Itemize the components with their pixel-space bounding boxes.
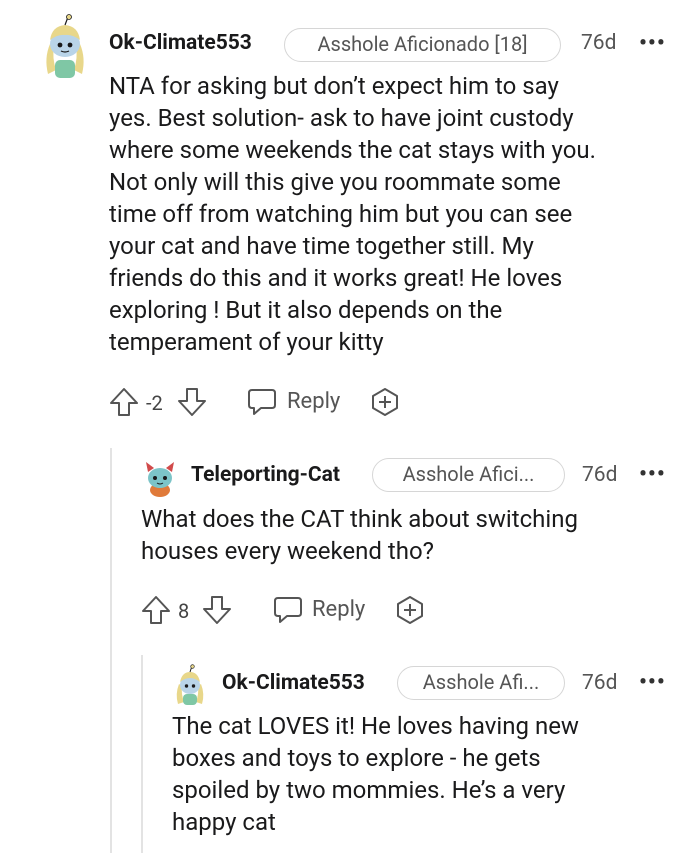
- user-avatar[interactable]: [172, 664, 208, 706]
- snoo-avatar-icon: [46, 14, 84, 78]
- reply-button[interactable]: Reply: [312, 597, 365, 622]
- upvote-arrow-icon[interactable]: [108, 386, 140, 418]
- username[interactable]: Ok-Climate553: [222, 671, 365, 695]
- body-line: What does the CAT think about switching: [141, 505, 578, 533]
- comment-body: What does the CAT think about switching …: [141, 503, 686, 567]
- comment-age: 76d: [582, 671, 618, 695]
- comment-body: NTA for asking but don’t expect him to s…: [109, 70, 689, 358]
- more-options-icon[interactable]: •••: [639, 33, 666, 55]
- add-award-icon[interactable]: [369, 386, 401, 418]
- downvote-arrow-icon[interactable]: [176, 386, 208, 418]
- vote-count: -2: [146, 391, 163, 415]
- user-flair: Asshole Afici...: [372, 458, 565, 492]
- body-line: your cat and have time together still. M…: [109, 232, 534, 260]
- body-line: Not only will this give you roommate som…: [109, 168, 561, 196]
- speech-bubble-icon[interactable]: [246, 386, 278, 418]
- body-line: temperament of your kitty: [109, 328, 384, 356]
- downvote-arrow-icon[interactable]: [201, 594, 233, 626]
- body-line: time off from watching him but you can s…: [109, 200, 573, 228]
- speech-bubble-icon[interactable]: [272, 594, 304, 626]
- more-options-icon[interactable]: •••: [639, 464, 666, 486]
- body-line: friends do this and it works great! He l…: [109, 264, 563, 292]
- more-options-icon[interactable]: •••: [639, 672, 666, 694]
- vote-count: 8: [178, 599, 190, 623]
- username[interactable]: Ok-Climate553: [109, 31, 252, 55]
- user-flair: Asshole Afi...: [397, 666, 565, 700]
- body-line: where some weekends the cat stays with y…: [109, 136, 596, 164]
- user-flair: Asshole Aficionado [18]: [284, 28, 561, 62]
- thread-line[interactable]: [141, 655, 143, 853]
- body-line: spoiled by two mommies. He’s a very: [172, 776, 566, 804]
- add-award-icon[interactable]: [394, 594, 426, 626]
- body-line: The cat LOVES it! He loves having new: [172, 712, 579, 740]
- reply-button[interactable]: Reply: [287, 389, 340, 414]
- body-line: yes. Best solution- ask to have joint cu…: [109, 104, 574, 132]
- comment-age: 76d: [582, 463, 618, 487]
- snoo-avatar-icon: [146, 462, 174, 497]
- user-avatar[interactable]: [142, 458, 178, 498]
- body-line: NTA for asking but don’t expect him to s…: [109, 72, 559, 100]
- username[interactable]: Teleporting-Cat: [191, 463, 340, 487]
- body-line: boxes and toys to explore - he gets: [172, 744, 541, 772]
- thread-line[interactable]: [110, 448, 112, 853]
- upvote-arrow-icon[interactable]: [140, 594, 172, 626]
- user-avatar[interactable]: [38, 14, 92, 80]
- snoo-avatar-icon: [176, 664, 204, 705]
- comment-body: The cat LOVES it! He loves having new bo…: [172, 710, 687, 838]
- body-line: exploring ! But it also depends on the: [109, 296, 503, 324]
- comment-age: 76d: [581, 31, 617, 55]
- body-line: houses every weekend tho?: [141, 537, 435, 565]
- body-line: happy cat: [172, 808, 276, 836]
